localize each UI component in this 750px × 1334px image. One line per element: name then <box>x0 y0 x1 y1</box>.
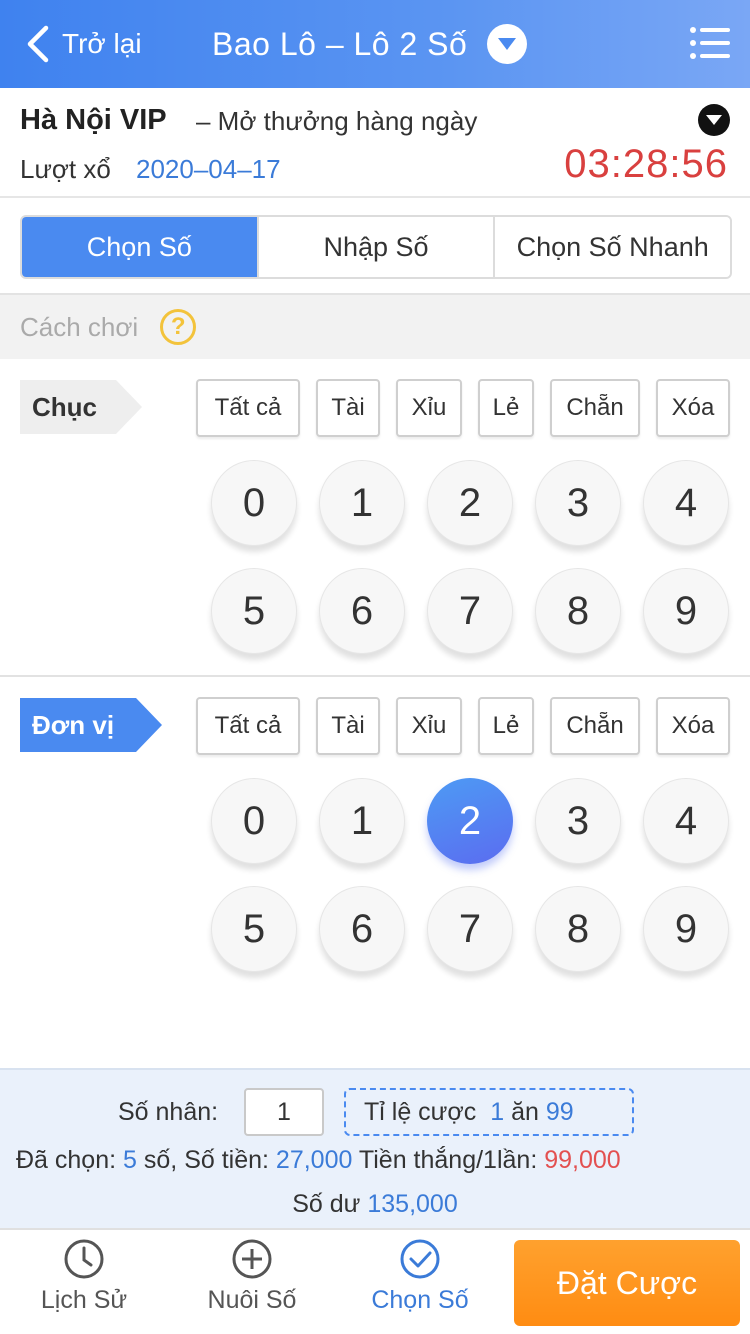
multiplier-input[interactable] <box>244 1088 324 1136</box>
balance-value: 135,000 <box>367 1190 458 1218</box>
number-ball[interactable]: 7 <box>427 568 513 654</box>
balance-label: Số dư <box>292 1190 361 1218</box>
nav-pick-numbers[interactable]: Chọn Số <box>350 1238 490 1328</box>
quick-big-button[interactable]: Tài <box>316 379 380 437</box>
number-ball[interactable]: 7 <box>427 886 513 972</box>
odds-mid: ăn <box>511 1097 539 1126</box>
number-ball[interactable]: 4 <box>643 778 729 864</box>
quick-small-button[interactable]: Xỉu <box>396 379 462 437</box>
win-label: Tiền thắng/1lần: <box>358 1146 538 1174</box>
lottery-description: – Mở thưởng hàng ngày <box>196 106 478 136</box>
number-ball[interactable]: 5 <box>211 568 297 654</box>
lottery-info: Hà Nội VIP – Mở thưởng hàng ngày Lượt xổ… <box>0 88 750 198</box>
quick-odd-button[interactable]: Lẻ <box>478 697 534 755</box>
help-icon[interactable]: ? <box>160 309 197 345</box>
number-ball[interactable]: 8 <box>535 886 621 972</box>
chevron-left-icon <box>27 25 49 63</box>
plus-circle-icon <box>232 1239 272 1279</box>
bet-summary: Số nhân: Tỉ lệ cược 1 ăn 99 Đã chọn: 5 s… <box>0 1068 750 1228</box>
check-circle-icon <box>400 1239 440 1279</box>
top-bar: Trở lại Bao Lô – Lô 2 Số <box>0 0 750 88</box>
page-title: Bao Lô – Lô 2 Số <box>212 25 468 62</box>
number-ball[interactable]: 0 <box>211 778 297 864</box>
selected-unit: số, <box>143 1146 178 1174</box>
draw-label: Lượt xổ <box>20 154 111 184</box>
number-ball[interactable]: 9 <box>643 568 729 654</box>
guide-label: Cách chơi <box>20 311 139 342</box>
lottery-name: Hà Nội VIP <box>20 104 167 136</box>
number-ball[interactable]: 3 <box>535 460 621 546</box>
nav-label: Chọn Số <box>371 1286 469 1314</box>
odds-label: Tỉ lệ cược <box>364 1097 477 1126</box>
quick-all-button[interactable]: Tất cả <box>196 379 300 437</box>
game-type-selector[interactable]: Bao Lô – Lô 2 Số <box>212 20 528 68</box>
number-ball[interactable]: 1 <box>319 778 405 864</box>
tab-chon-so-nhanh[interactable]: Chọn Số Nhanh <box>493 217 730 277</box>
quick-odd-button[interactable]: Lẻ <box>478 379 534 437</box>
menu-icon[interactable] <box>690 26 730 60</box>
countdown-timer: 03:28:56 <box>564 142 728 186</box>
odds-stake: 1 <box>490 1097 505 1126</box>
number-ball[interactable]: 0 <box>211 460 297 546</box>
number-ball-selected[interactable]: 2 <box>427 778 513 864</box>
number-ball[interactable]: 6 <box>319 886 405 972</box>
mode-tabs: Chọn Số Nhập Số Chọn Số Nhanh <box>20 215 732 279</box>
odds-payout: 99 <box>545 1097 574 1126</box>
number-ball[interactable]: 8 <box>535 568 621 654</box>
number-ball[interactable]: 9 <box>643 886 729 972</box>
number-ball[interactable]: 3 <box>535 778 621 864</box>
quick-even-button[interactable]: Chẵn <box>550 697 640 755</box>
nav-label: Lịch Sử <box>40 1286 128 1314</box>
odds-box: Tỉ lệ cược 1 ăn 99 <box>344 1088 634 1136</box>
position-tag-units: Đơn vị <box>20 698 162 752</box>
quick-even-button[interactable]: Chẵn <box>550 379 640 437</box>
position-tag-tens: Chục <box>20 380 142 434</box>
quick-clear-button[interactable]: Xóa <box>656 379 730 437</box>
number-ball[interactable]: 2 <box>427 460 513 546</box>
clock-icon <box>64 1239 104 1279</box>
quick-all-button[interactable]: Tất cả <box>196 697 300 755</box>
lottery-dropdown-icon[interactable] <box>698 104 730 136</box>
nav-history[interactable]: Lịch Sử <box>14 1238 154 1328</box>
back-button[interactable]: Trở lại <box>24 22 142 66</box>
quick-small-button[interactable]: Xỉu <box>396 697 462 755</box>
number-ball[interactable]: 1 <box>319 460 405 546</box>
number-ball[interactable]: 4 <box>643 460 729 546</box>
chevron-down-icon <box>487 24 528 64</box>
quick-big-button[interactable]: Tài <box>316 697 380 755</box>
selected-label: Đã chọn: <box>16 1146 117 1174</box>
section-units: Đơn vị Tất cả Tài Xỉu Lẻ Chẵn Xóa 0 1 2 … <box>0 677 750 997</box>
number-ball[interactable]: 5 <box>211 886 297 972</box>
multiplier-label: Số nhân: <box>118 1098 219 1126</box>
selection-line: Đã chọn: 5 số, Số tiền: 27,000 Tiền thắn… <box>16 1146 621 1175</box>
amount-value: 27,000 <box>275 1146 353 1174</box>
back-label: Trở lại <box>62 28 142 59</box>
nav-nurture[interactable]: Nuôi Số <box>182 1238 322 1328</box>
tab-nhap-so[interactable]: Nhập Số <box>256 217 494 277</box>
tab-chon-so[interactable]: Chọn Số <box>22 217 257 277</box>
selected-count: 5 <box>123 1146 137 1174</box>
bottom-bar: Lịch Sử Nuôi Số Chọn Số Đặt Cược <box>0 1228 750 1334</box>
section-tens: Chục Tất cả Tài Xỉu Lẻ Chẵn Xóa 0 1 2 3 … <box>0 359 750 675</box>
balance-line: Số dư 135,000 <box>0 1190 750 1219</box>
nav-label: Nuôi Số <box>207 1286 297 1314</box>
win-value: 99,000 <box>544 1146 621 1174</box>
place-bet-button[interactable]: Đặt Cược <box>514 1240 740 1326</box>
quick-clear-button[interactable]: Xóa <box>656 697 730 755</box>
draw-date: 2020–04–17 <box>136 154 281 184</box>
number-ball[interactable]: 6 <box>319 568 405 654</box>
play-guide: Cách chơi ? <box>0 295 750 359</box>
amount-label: Số tiền: <box>184 1146 269 1174</box>
